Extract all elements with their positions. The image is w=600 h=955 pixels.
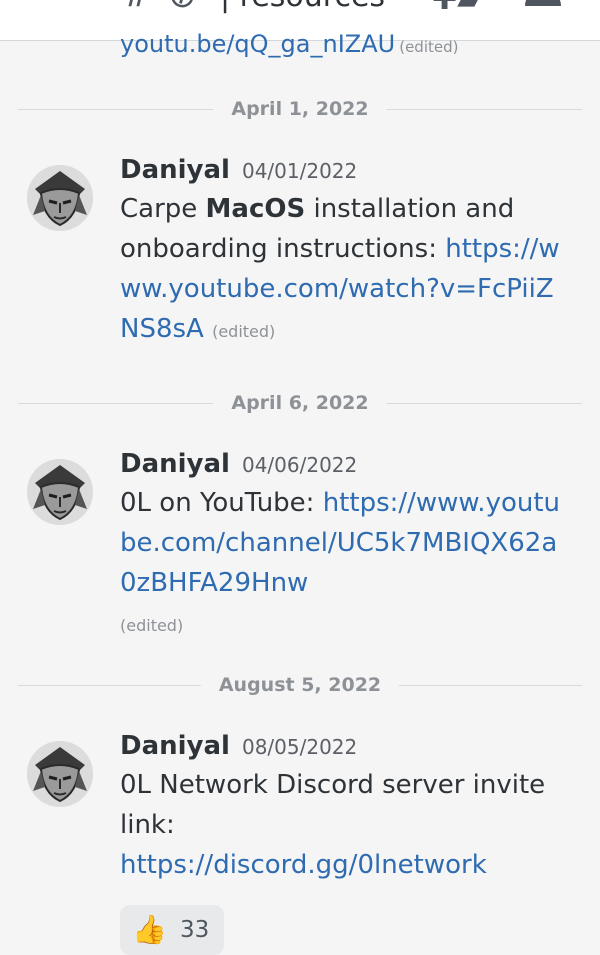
message-content: Carpe MacOS installation and onboarding … [120,189,570,352]
date-divider-label: August 5, 2022 [200,674,400,696]
avatar[interactable] [27,741,93,807]
message-bold-text: MacOS [205,194,306,224]
message-text: Carpe [120,194,206,224]
message-content: 0L Network Discord server invite link: h… [120,765,570,885]
message-author[interactable]: Daniyal 08/05/2022 [120,731,357,761]
avatar[interactable] [27,459,93,525]
reaction-button[interactable]: 👍 33 [120,905,224,955]
message-timestamp: 04/06/2022 [241,453,358,477]
author-name[interactable]: Daniyal [120,731,230,761]
hamburger-menu-icon[interactable] [34,0,70,10]
message-content: 0L on YouTube: https://www.youtube.com/c… [120,483,570,646]
previous-message-tail: youtu.be/qQ_ga_nIZAU (edited) [120,30,458,58]
date-divider-label: April 1, 2022 [213,98,387,120]
avatar-face-icon [27,165,93,231]
members-icon[interactable] [522,0,564,16]
date-divider: April 1, 2022 [18,98,582,122]
date-divider: August 5, 2022 [18,674,582,698]
avatar-face-icon [27,741,93,807]
message-timestamp: 08/05/2022 [241,735,358,759]
threads-icon[interactable]: ✚▰ [432,0,480,17]
hash-icon: # [122,0,152,15]
message-author[interactable]: Daniyal 04/06/2022 [120,449,357,479]
message-timestamp: 04/01/2022 [241,159,358,183]
message-link[interactable]: youtu.be/qQ_ga_nIZAU [120,30,395,58]
avatar[interactable] [27,165,93,231]
avatar-face-icon [27,459,93,525]
edited-label: (edited) [120,616,184,635]
date-divider-label: April 6, 2022 [213,392,387,414]
message-author[interactable]: Daniyal 04/01/2022 [120,155,357,185]
channel-title[interactable]: | resources [220,0,385,14]
message-text: 0L on YouTube: [120,488,323,518]
edited-label: (edited) [212,322,276,341]
link-icon: ⊘ [160,0,205,20]
author-name[interactable]: Daniyal [120,155,230,185]
date-divider: April 6, 2022 [18,392,582,416]
thumbs-up-icon: 👍 [132,913,167,946]
message-text: 0L Network Discord server invite link: [120,770,546,840]
author-name[interactable]: Daniyal [120,449,230,479]
edited-label: (edited) [399,38,459,56]
message-link[interactable]: https://discord.gg/0lnetwork [120,850,487,880]
reaction-count: 33 [180,917,210,943]
